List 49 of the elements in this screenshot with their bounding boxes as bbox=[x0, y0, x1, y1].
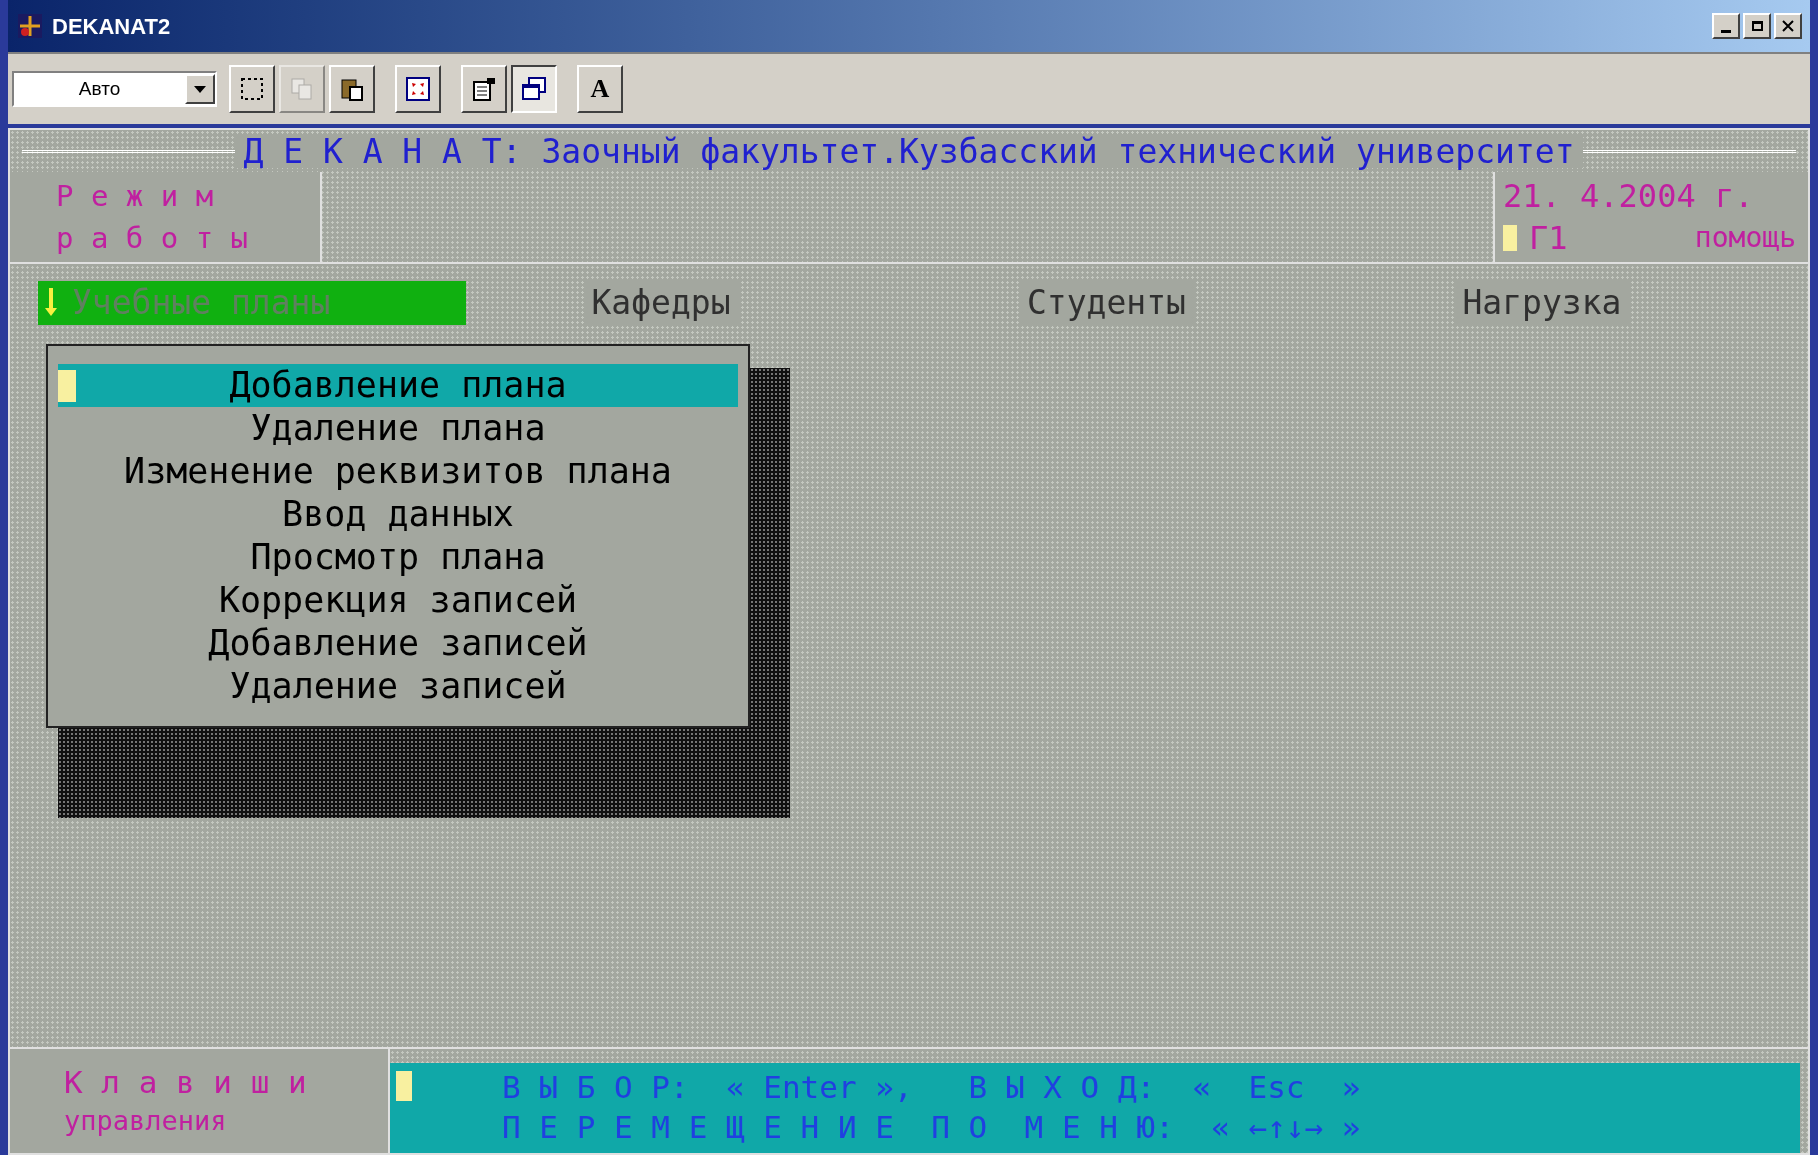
menu-tab[interactable]: Кафедры bbox=[583, 281, 739, 325]
help-key: Г1 bbox=[1529, 217, 1568, 259]
toolbar-button[interactable]: A bbox=[577, 65, 623, 113]
key-hint: В Ы Б О Р: « Enter », В Ы Х О Д: « Esc » bbox=[502, 1068, 1361, 1107]
menu-item-label: Просмотр плана bbox=[250, 536, 546, 579]
cursor-marker bbox=[1503, 225, 1517, 251]
menu-item-label: Изменение реквизитов плана bbox=[124, 450, 672, 493]
window-title: DEKANAT2 bbox=[52, 12, 172, 41]
dropdown-value: Авто bbox=[77, 76, 122, 101]
cursor-marker bbox=[396, 1071, 412, 1101]
mode-label: р а б о т ы bbox=[56, 220, 250, 257]
mode-label: Р е ж и м bbox=[56, 178, 215, 215]
menu-item[interactable]: Просмотр плана bbox=[58, 536, 738, 579]
menu-item[interactable]: Добавление записей bbox=[58, 622, 738, 665]
date-text: 21. 4.2004 г. bbox=[1503, 176, 1755, 217]
menu-item-label: Удаление плана bbox=[250, 407, 546, 450]
app-header-title: Д Е К А Н А Т: Заочный факультет.Кузбасский технический университет bbox=[235, 134, 1583, 168]
minimize-button[interactable] bbox=[1712, 13, 1740, 39]
menu-tab[interactable]: Студенты bbox=[1019, 281, 1194, 325]
app-icon bbox=[16, 12, 44, 40]
menu-item-label: Удаление записей bbox=[229, 665, 567, 708]
keys-label: управления bbox=[64, 1104, 228, 1138]
close-button[interactable] bbox=[1774, 13, 1802, 39]
close-icon bbox=[1782, 20, 1794, 32]
key-hint: П Е Р Е М Е Щ Е Н И Е П О М Е Н Ю: « ←↑↓→ » bbox=[502, 1108, 1361, 1147]
menu-item[interactable]: Добавление плана bbox=[58, 364, 738, 407]
font-button-label: A bbox=[590, 76, 610, 102]
properties-icon bbox=[471, 76, 497, 102]
restore-button[interactable] bbox=[1743, 13, 1771, 39]
windows-icon bbox=[521, 76, 547, 102]
copy-icon bbox=[289, 76, 315, 102]
menu-item[interactable]: Коррекция записей bbox=[58, 579, 738, 622]
menu-item[interactable]: Удаление записей bbox=[58, 665, 738, 708]
cursor-marker bbox=[58, 370, 76, 402]
clipboard-icon bbox=[339, 76, 365, 102]
toolbar-button[interactable] bbox=[511, 65, 557, 113]
menu-item[interactable]: Изменение реквизитов плана bbox=[58, 450, 738, 493]
keys-label: К л а в и ш и bbox=[64, 1063, 308, 1102]
arrows-icon bbox=[405, 76, 431, 102]
menu-item-label: Ввод данных bbox=[282, 493, 514, 536]
selection-icon bbox=[239, 76, 265, 102]
help-label: помощь bbox=[1694, 220, 1796, 256]
menu-item[interactable]: Удаление плана bbox=[58, 407, 738, 450]
menu-tab[interactable]: Нагрузка bbox=[1454, 281, 1630, 325]
menu-item-label: Коррекция записей bbox=[218, 579, 578, 622]
font-size-dropdown[interactable]: Авто bbox=[12, 71, 217, 107]
menu-item-label: Добавление плана bbox=[229, 364, 567, 407]
menu-item-label: Добавление записей bbox=[208, 622, 588, 665]
menu-item[interactable]: Ввод данных bbox=[58, 493, 738, 536]
